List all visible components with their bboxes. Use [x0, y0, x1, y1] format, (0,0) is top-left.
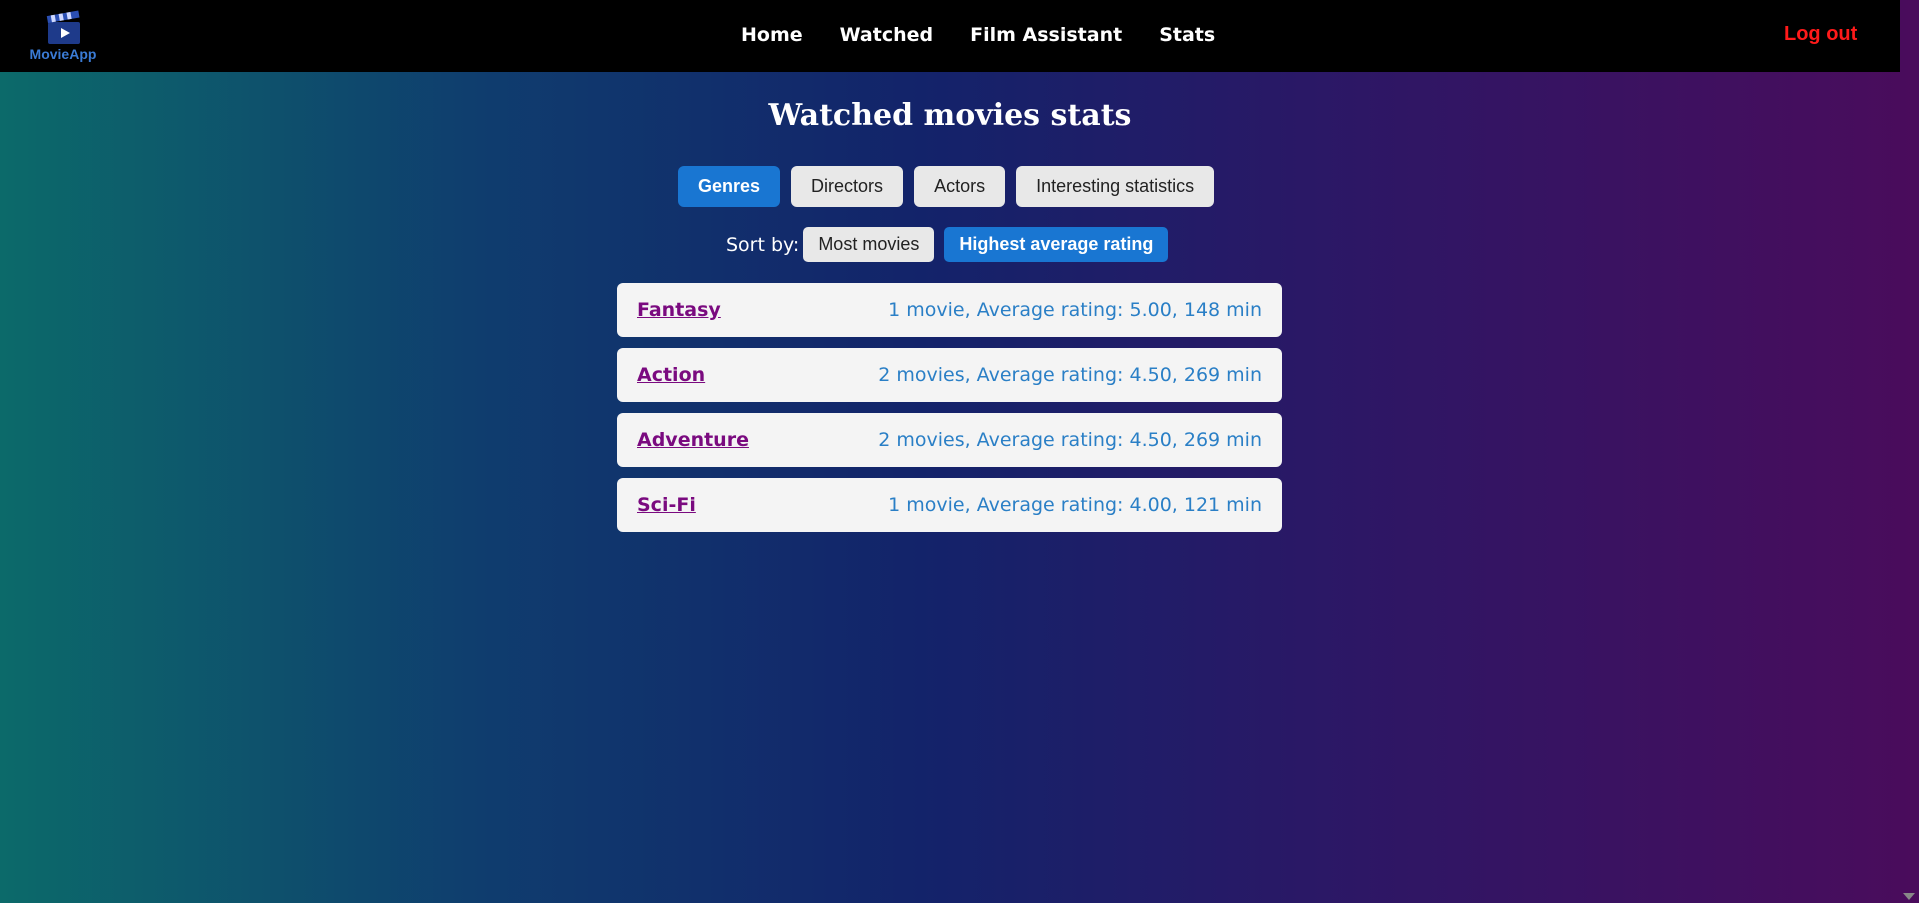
genre-stats: 2 movies, Average rating: 4.50, 269 min: [878, 429, 1262, 451]
genre-link[interactable]: Action: [637, 364, 705, 386]
logout-button[interactable]: Log out: [1784, 23, 1857, 46]
sort-label: Sort by:: [726, 233, 800, 256]
nav-stats[interactable]: Stats: [1159, 24, 1215, 46]
nav-home[interactable]: Home: [741, 24, 803, 46]
list-item: Fantasy 1 movie, Average rating: 5.00, 1…: [617, 283, 1282, 337]
main-nav: Home Watched Film Assistant Stats: [741, 24, 1215, 46]
app-logo-text: MovieApp: [29, 46, 97, 62]
genre-link[interactable]: Adventure: [637, 429, 749, 451]
genre-stats: 1 movie, Average rating: 4.00, 121 min: [888, 494, 1262, 516]
list-item: Adventure 2 movies, Average rating: 4.50…: [617, 413, 1282, 467]
sort-most-movies-button[interactable]: Most movies: [803, 227, 935, 262]
genre-list: Fantasy 1 movie, Average rating: 5.00, 1…: [617, 283, 1282, 543]
list-item: Action 2 movies, Average rating: 4.50, 2…: [617, 348, 1282, 402]
top-navbar: MovieApp Home Watched Film Assistant Sta…: [0, 0, 1900, 72]
clapperboard-icon: [46, 10, 80, 44]
scroll-down-arrow-icon[interactable]: [1903, 893, 1915, 900]
page-scrollbar[interactable]: [1900, 0, 1919, 903]
genre-stats: 2 movies, Average rating: 4.50, 269 min: [878, 364, 1262, 386]
stats-tabs: Genres Directors Actors Interesting stat…: [678, 166, 1215, 207]
genre-link[interactable]: Fantasy: [637, 299, 721, 321]
app-logo[interactable]: MovieApp: [28, 6, 98, 64]
tab-interesting-statistics[interactable]: Interesting statistics: [1016, 166, 1215, 207]
tab-genres[interactable]: Genres: [678, 166, 781, 207]
sort-highest-rating-button[interactable]: Highest average rating: [944, 227, 1169, 262]
tab-actors[interactable]: Actors: [914, 166, 1006, 207]
genre-stats: 1 movie, Average rating: 5.00, 148 min: [888, 299, 1262, 321]
page-title: Watched movies stats: [768, 98, 1132, 133]
tab-directors[interactable]: Directors: [791, 166, 904, 207]
nav-film-assistant[interactable]: Film Assistant: [970, 24, 1122, 46]
list-item: Sci-Fi 1 movie, Average rating: 4.00, 12…: [617, 478, 1282, 532]
nav-watched[interactable]: Watched: [840, 24, 933, 46]
sort-controls: Sort by: Most movies Highest average rat…: [726, 227, 1169, 262]
genre-link[interactable]: Sci-Fi: [637, 494, 696, 516]
